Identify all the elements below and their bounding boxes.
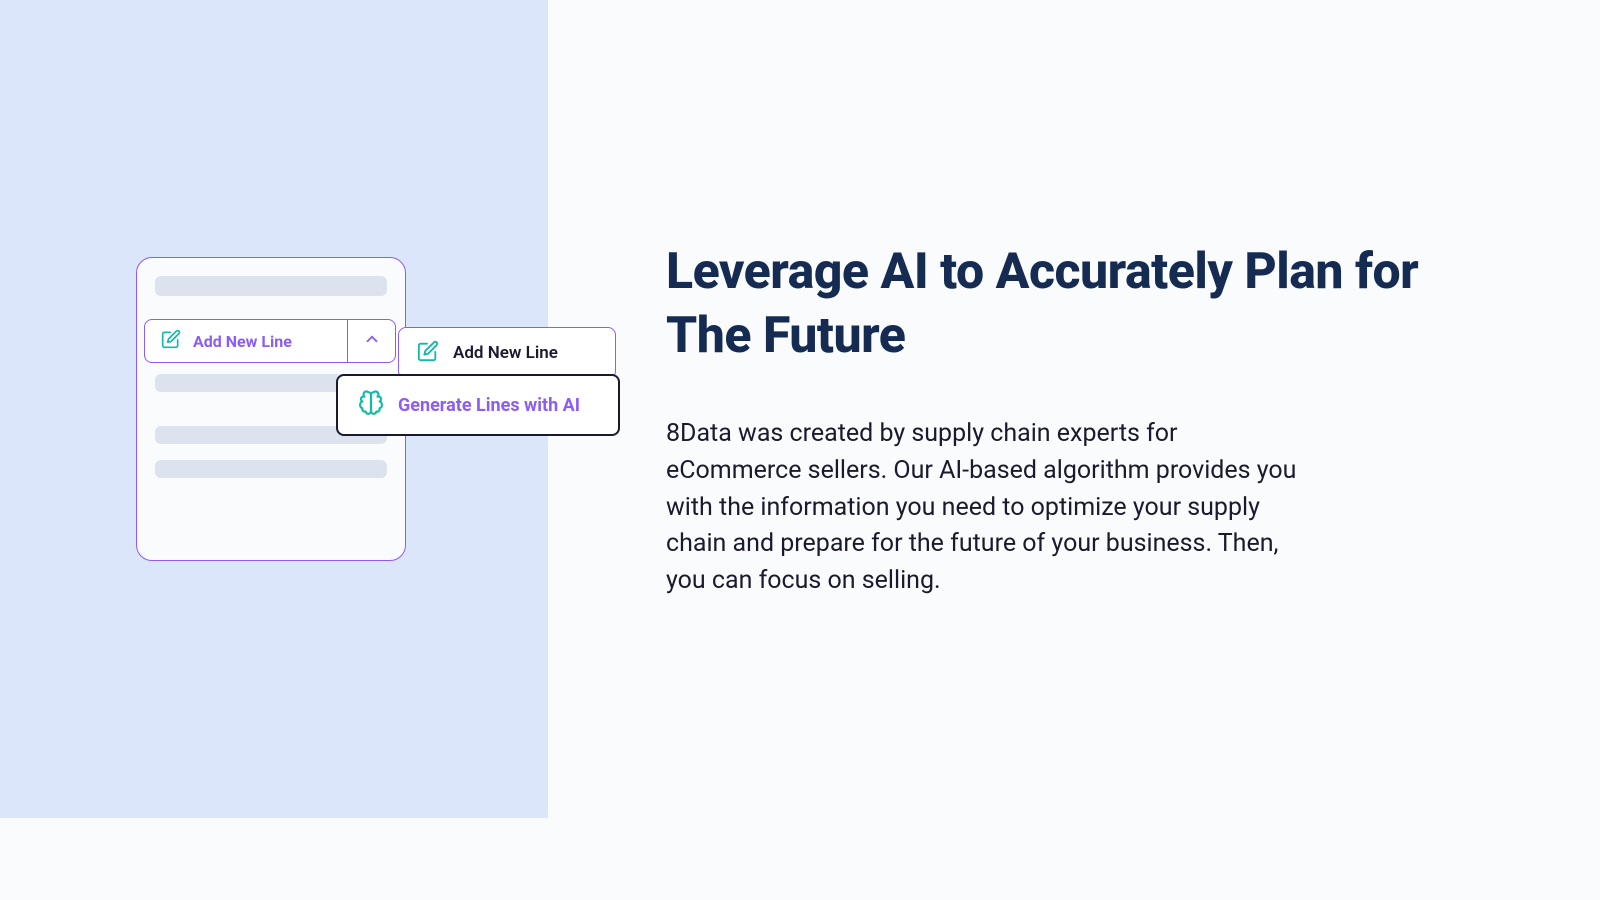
edit-icon xyxy=(417,340,439,366)
edit-icon xyxy=(161,329,181,353)
skeleton-line xyxy=(155,374,351,392)
content-panel: Leverage AI to Accurately Plan for The F… xyxy=(548,0,1600,900)
skeleton-line xyxy=(155,460,387,478)
page-heading: Leverage AI to Accurately Plan for The F… xyxy=(666,240,1480,368)
popup-item-generate-ai[interactable]: Generate Lines with AI xyxy=(336,374,620,436)
skeleton-line xyxy=(155,276,387,296)
popup-menu: Add New Line Generate Lines with AI xyxy=(398,327,616,383)
add-new-line-main[interactable]: Add New Line xyxy=(145,329,347,353)
popup-item-label: Add New Line xyxy=(453,343,558,363)
chevron-up-icon xyxy=(363,330,381,352)
brain-icon xyxy=(358,390,384,420)
illustration-panel: Add New Line Add New Line xyxy=(0,0,548,818)
popup-item-add-line[interactable]: Add New Line xyxy=(398,327,616,379)
popup-item-label: Generate Lines with AI xyxy=(398,395,580,416)
page-body: 8Data was created by supply chain expert… xyxy=(666,416,1306,600)
add-new-line-label: Add New Line xyxy=(193,332,292,351)
dropdown-toggle[interactable] xyxy=(347,320,395,362)
add-new-line-button[interactable]: Add New Line xyxy=(144,319,396,363)
